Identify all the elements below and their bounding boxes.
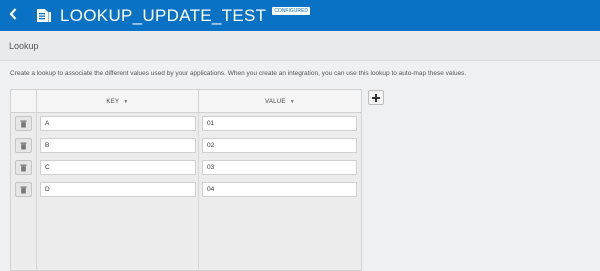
- column-header-value[interactable]: VALUE ▼: [198, 90, 361, 113]
- delete-row-button[interactable]: [15, 138, 32, 153]
- key-input[interactable]: [40, 138, 196, 153]
- page-title: LOOKUP_UPDATE_TEST: [60, 5, 267, 25]
- key-input[interactable]: [40, 182, 196, 197]
- header-delete-column: [11, 90, 36, 113]
- table-row: [11, 157, 361, 179]
- back-button[interactable]: [0, 0, 26, 31]
- trash-icon: [20, 137, 27, 155]
- lookup-table: KEY ▼ VALUE ▼: [10, 89, 362, 271]
- value-input[interactable]: [202, 138, 357, 153]
- value-input[interactable]: [202, 116, 357, 131]
- top-bar: LOOKUP_UPDATE_TEST CONFIGURED: [0, 0, 600, 31]
- value-input[interactable]: [202, 160, 357, 175]
- add-row-button[interactable]: [368, 90, 384, 105]
- delete-row-button[interactable]: [15, 116, 32, 131]
- delete-row-button[interactable]: [15, 160, 32, 175]
- trash-icon: [20, 159, 27, 177]
- breadcrumb: Lookup: [0, 31, 600, 61]
- plus-icon: [372, 89, 380, 107]
- table-row: [11, 135, 361, 157]
- column-header-label: VALUE: [265, 98, 286, 105]
- lookup-document-icon: [36, 8, 52, 23]
- table-row: [11, 179, 361, 201]
- column-header-key[interactable]: KEY ▼: [36, 90, 198, 113]
- table-row: [11, 113, 361, 135]
- chevron-left-icon: [9, 7, 17, 25]
- key-input[interactable]: [40, 116, 196, 131]
- trash-icon: [20, 115, 27, 133]
- breadcrumb-label: Lookup: [9, 40, 39, 51]
- value-input[interactable]: [202, 182, 357, 197]
- key-input[interactable]: [40, 160, 196, 175]
- table-header: KEY ▼ VALUE ▼: [11, 90, 361, 113]
- caret-down-icon: ▼: [123, 98, 129, 105]
- column-header-label: KEY: [106, 98, 120, 105]
- trash-icon: [20, 181, 27, 199]
- lookup-description: Create a lookup to associate the differe…: [10, 70, 467, 77]
- status-badge: CONFIGURED: [272, 6, 310, 15]
- caret-down-icon: ▼: [289, 98, 295, 105]
- delete-row-button[interactable]: [15, 182, 32, 197]
